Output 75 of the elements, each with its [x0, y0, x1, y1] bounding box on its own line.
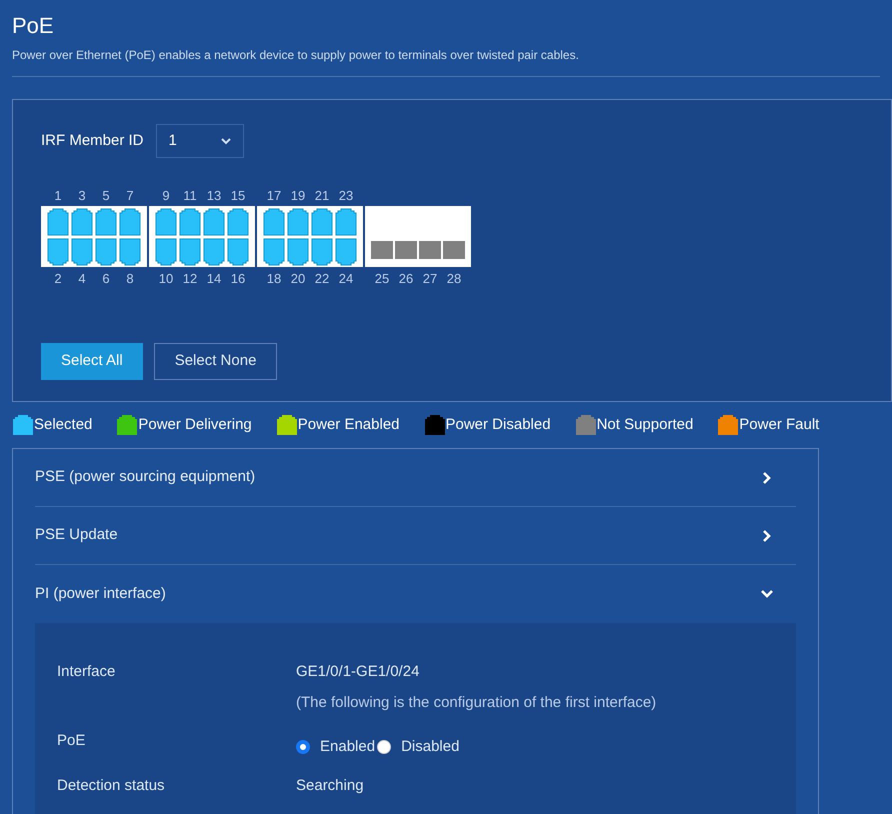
legend-label: Selected — [34, 414, 92, 435]
port[interactable] — [203, 238, 225, 266]
port-number: 25 — [374, 271, 390, 286]
port[interactable] — [155, 238, 177, 266]
port-number: 28 — [446, 271, 462, 286]
port[interactable] — [227, 208, 249, 236]
port-number: 3 — [78, 188, 86, 203]
port[interactable] — [203, 208, 225, 236]
port-number: 16 — [230, 271, 246, 286]
select-none-button[interactable]: Select None — [154, 342, 278, 380]
port[interactable] — [335, 238, 357, 266]
port-number: 22 — [314, 271, 330, 286]
legend-label: Power Disabled — [446, 414, 551, 435]
port[interactable] — [47, 208, 69, 236]
page-description: Power over Ethernet (PoE) enables a network device to supply power to terminals over twisted pair cables. — [12, 47, 580, 64]
field-value: Searching — [296, 776, 364, 796]
port-number: 19 — [290, 188, 306, 203]
chevron-down-icon — [220, 137, 231, 145]
port-number: 8 — [126, 271, 134, 286]
legend-label: Power Enabled — [298, 414, 400, 435]
port[interactable] — [287, 238, 309, 266]
section-header[interactable]: PSE (power sourcing equipment) — [35, 449, 796, 507]
port-number: 12 — [182, 271, 198, 286]
port-number: 20 — [290, 271, 306, 286]
port[interactable] — [311, 238, 333, 266]
port[interactable] — [71, 208, 93, 236]
port[interactable] — [263, 238, 285, 266]
port[interactable] — [263, 208, 285, 236]
port-number: 2 — [54, 271, 62, 286]
port-number: 24 — [338, 271, 354, 286]
port[interactable] — [287, 208, 309, 236]
radio-option[interactable]: Enabled — [296, 736, 378, 758]
port-number: 9 — [162, 188, 170, 203]
port[interactable] — [119, 208, 141, 236]
port-number: 7 — [126, 188, 134, 203]
field-label: Detection status — [57, 776, 166, 796]
member-label: IRF Member ID — [41, 130, 144, 151]
port-number: 17 — [266, 188, 282, 203]
page-title: PoE — [12, 12, 55, 40]
port-number: 13 — [206, 188, 222, 203]
port-number: 11 — [183, 188, 197, 203]
port-number: 5 — [102, 188, 110, 203]
section-header[interactable]: PSE Update — [35, 507, 796, 565]
port[interactable] — [227, 238, 249, 266]
port[interactable] — [335, 208, 357, 236]
member-select[interactable]: 1 — [156, 124, 244, 158]
port-number: 18 — [266, 271, 282, 286]
field-value: (The following is the configuration of the first interface) — [296, 692, 656, 712]
port-number: 23 — [338, 188, 354, 203]
port-number: 15 — [230, 188, 246, 203]
port[interactable] — [95, 208, 117, 236]
legend-label: Power Delivering — [138, 414, 252, 435]
port[interactable] — [179, 238, 201, 266]
legend-label: Power Fault — [739, 414, 820, 435]
port-number: 26 — [398, 271, 414, 286]
radio-option[interactable]: Disabled — [377, 736, 462, 758]
port[interactable] — [47, 238, 69, 266]
legend-label: Not Supported — [596, 414, 694, 435]
field-label: Interface — [57, 662, 116, 682]
port-number: 27 — [422, 271, 438, 286]
field-label: PoE — [57, 731, 86, 751]
port[interactable] — [155, 208, 177, 236]
port[interactable] — [95, 238, 117, 266]
field-value: GE1/0/1-GE1/0/24 — [296, 662, 420, 682]
port-number: 21 — [314, 188, 330, 203]
port[interactable] — [71, 238, 93, 266]
port-number: 10 — [158, 271, 174, 286]
port-number: 6 — [102, 271, 110, 286]
port-number: 4 — [78, 271, 86, 286]
port[interactable] — [119, 238, 141, 266]
section-header[interactable]: PI (power interface) — [35, 565, 796, 623]
port-number: 14 — [206, 271, 222, 286]
port-number: 1 — [54, 188, 62, 203]
port[interactable] — [311, 208, 333, 236]
port[interactable] — [179, 208, 201, 236]
